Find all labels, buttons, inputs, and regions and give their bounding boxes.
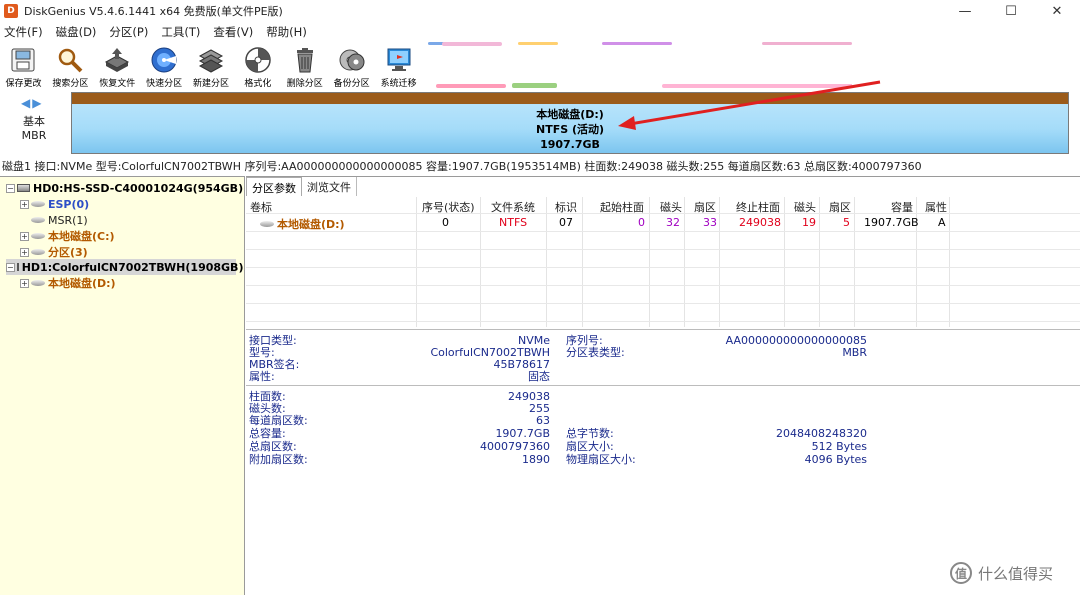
tree-node-msr[interactable]: MSR(1)	[31, 212, 88, 228]
menu-file[interactable]: 文件(F)	[4, 24, 43, 40]
system-migration-button[interactable]: 系统迁移	[375, 42, 422, 90]
disk-type-label: 基本 MBR	[21, 115, 47, 142]
search-partition-button[interactable]: 搜索分区	[47, 42, 94, 90]
col-header-end-head[interactable]: 磁头	[794, 199, 816, 215]
partition-icon	[31, 201, 45, 207]
restore-files-button[interactable]: 恢复文件	[94, 42, 141, 90]
save-changes-button[interactable]: 保存更改	[0, 42, 47, 90]
tree-node-c[interactable]: + 本地磁盘(C:)	[20, 228, 115, 244]
window-title: DiskGenius V5.4.6.1441 x64 免费版(单文件PE版)	[24, 5, 283, 18]
disk-icon	[17, 184, 30, 192]
tab-strip: 分区参数 浏览文件	[246, 177, 357, 196]
save-icon	[11, 48, 35, 72]
tree-node-hd0[interactable]: − HD0:HS-SSD-C40001024G(954GB)	[6, 180, 243, 196]
partition-panel: 分区参数 浏览文件 卷标 序号(状态) 文件系统 标识 起始柱面 磁头 扇区 终…	[246, 176, 1080, 595]
toolbar: 保存更改 搜索分区 恢复文件 快速分区 新建分区 格式化 删除分区 备份分区 系…	[0, 42, 422, 90]
tab-browse-files[interactable]: 浏览文件	[302, 177, 357, 196]
col-header-start-head[interactable]: 磁头	[660, 199, 682, 215]
app-logo-icon: D	[4, 4, 18, 18]
delete-partition-button[interactable]: 删除分区	[281, 42, 328, 90]
partition-icon	[31, 249, 45, 255]
col-header-end-cyl[interactable]: 终止柱面	[736, 199, 780, 215]
expand-icon[interactable]: +	[20, 199, 29, 209]
expand-icon[interactable]: +	[20, 231, 29, 241]
tree-node-d[interactable]: + 本地磁盘(D:)	[20, 275, 116, 291]
col-header-end-sector[interactable]: 扇区	[829, 199, 851, 215]
col-header-index[interactable]: 序号(状态)	[422, 199, 475, 215]
tree-node-hd1[interactable]: − HD1:ColorfulCN7002TBWH(1908GB)	[6, 259, 243, 275]
delete-icon	[296, 48, 313, 73]
watermark-logo-icon: 值	[950, 562, 972, 584]
tree-node-part3[interactable]: + 分区(3)	[20, 244, 88, 260]
partition-table: 卷标 序号(状态) 文件系统 标识 起始柱面 磁头 扇区 终止柱面 磁头 扇区 …	[246, 197, 1080, 327]
col-header-attr[interactable]: 属性	[925, 199, 947, 215]
disk-map: ◀▶ 基本 MBR 本地磁盘(D:) NTFS (活动) 1907.7GB	[0, 92, 1080, 156]
new-partition-icon	[198, 49, 224, 73]
collapse-icon[interactable]: −	[6, 262, 15, 272]
maximize-button[interactable]: ☐	[988, 0, 1034, 22]
minimize-button[interactable]: —	[942, 0, 988, 22]
partition-bar-label: 本地磁盘(D:) NTFS (活动) 1907.7GB	[535, 108, 605, 151]
partition-icon	[31, 233, 45, 239]
backup-partition-button[interactable]: 备份分区	[328, 42, 375, 90]
partition-bar-d[interactable]: 本地磁盘(D:) NTFS (活动) 1907.7GB	[71, 92, 1069, 154]
disk-nav-arrows[interactable]: ◀▶	[21, 96, 43, 110]
new-partition-button[interactable]: 新建分区	[188, 42, 235, 90]
watermark: 值 什么值得买	[950, 562, 1053, 584]
menu-view[interactable]: 查看(V)	[213, 24, 253, 40]
col-header-start-sector[interactable]: 扇区	[694, 199, 716, 215]
menu-bar: 文件(F) 磁盘(D) 分区(P) 工具(T) 查看(V) 帮助(H)	[0, 22, 1080, 42]
collapse-icon[interactable]: −	[6, 183, 15, 193]
partition-icon	[31, 280, 45, 286]
col-header-start-cyl[interactable]: 起始柱面	[600, 199, 644, 215]
format-icon	[245, 47, 271, 73]
menu-help[interactable]: 帮助(H)	[266, 24, 307, 40]
col-header-capacity[interactable]: 容量	[891, 199, 913, 215]
disk-icon	[16, 263, 19, 271]
tree-node-esp[interactable]: + ESP(0)	[20, 196, 89, 212]
title-bar: D DiskGenius V5.4.6.1441 x64 免费版(单文件PE版)…	[0, 0, 1080, 22]
magnifier-icon	[59, 48, 83, 73]
menu-tools[interactable]: 工具(T)	[161, 24, 200, 40]
tab-partition-params[interactable]: 分区参数	[246, 177, 302, 196]
disk-tree: − HD0:HS-SSD-C40001024G(954GB) + ESP(0) …	[0, 176, 245, 595]
migrate-icon	[387, 48, 411, 71]
partition-icon	[260, 221, 274, 227]
close-button[interactable]: ✕	[1034, 0, 1080, 22]
col-header-label[interactable]: 卷标	[250, 199, 272, 215]
format-button[interactable]: 格式化	[234, 42, 281, 90]
quick-partition-button[interactable]: 快速分区	[141, 42, 188, 90]
quick-partition-icon	[151, 47, 177, 73]
col-header-id[interactable]: 标识	[555, 199, 577, 215]
red-arrow-annotation	[618, 80, 881, 130]
menu-disk[interactable]: 磁盘(D)	[56, 24, 97, 40]
disk-details: 接口类型: NVMe 型号: ColorfulCN7002TBWH MBR签名:…	[246, 329, 1080, 595]
disk-info-bar: 磁盘1 接口:NVMe 型号:ColorfulCN7002TBWH 序列号:AA…	[2, 160, 922, 172]
menu-partition[interactable]: 分区(P)	[109, 24, 148, 40]
partition-icon	[31, 217, 45, 223]
expand-icon[interactable]: +	[20, 247, 29, 257]
backup-icon	[339, 49, 365, 71]
expand-icon[interactable]: +	[20, 278, 29, 288]
restore-icon	[105, 48, 130, 72]
col-header-filesystem[interactable]: 文件系统	[491, 199, 535, 215]
